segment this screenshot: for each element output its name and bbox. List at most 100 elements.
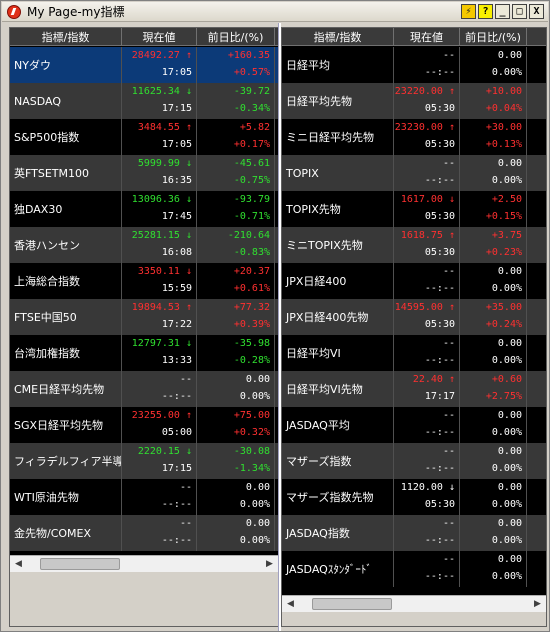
change-value: -30.08 [233,446,270,457]
change-percent: 0.00% [491,283,522,294]
current-value: 12797.31 ↓ [131,338,192,349]
indicator-name: JASDAQ平均 [282,407,394,443]
close-button[interactable]: X [529,4,544,19]
update-time: 16:35 [161,175,192,186]
table-row[interactable]: 英FTSETM100 5999.99 ↓ 16:35 -45.61 -0.75% [10,155,278,191]
current-value-cell: -- --:-- [394,515,460,551]
change-value: 0.00 [497,554,522,565]
table-row[interactable]: SGX日経平均先物 23255.00 ↑ 05:00 +75.00 +0.32% [10,407,278,443]
horizontal-scrollbar[interactable]: ◀ ▶ [282,595,546,612]
update-time: 15:59 [161,283,192,294]
change-value: 0.00 [245,374,270,385]
table-row[interactable]: TOPIX -- --:-- 0.00 0.00% [282,155,546,191]
current-value-cell: 23230.00 ↑ 05:30 [394,119,460,155]
indicator-name: TOPIX [282,155,394,191]
change-percent: 0.00% [491,355,522,366]
table-row[interactable]: JASDAQ平均 -- --:-- 0.00 0.00% [282,407,546,443]
header-change[interactable]: 前日比/(%) [460,28,527,46]
table-row[interactable]: 日経平均先物 23220.00 ↑ 05:30 +10.00 +0.04% [282,83,546,119]
header-indicator[interactable]: 指標/指数 [282,28,394,46]
table-row[interactable]: 香港ハンセン 25281.15 ↓ 16:08 -210.64 -0.83% [10,227,278,263]
table-row[interactable]: CME日経平均先物 -- --:-- 0.00 0.00% [10,371,278,407]
table-row[interactable]: フィラデルフィア半導体 2220.15 ↓ 17:15 -30.08 -1.34% [10,443,278,479]
change-value: 0.00 [497,518,522,529]
header-change[interactable]: 前日比/(%) [197,28,275,46]
table-row[interactable]: NASDAQ 11625.34 ↓ 17:15 -39.72 -0.34% [10,83,278,119]
current-value-cell: 19894.53 ↑ 17:22 [122,299,197,335]
update-time: --:-- [424,175,455,186]
table-row[interactable]: FTSE中国50 19894.53 ↑ 17:22 +77.32 +0.39% [10,299,278,335]
change-value: +2.50 [491,194,522,205]
indicator-name: JPX日経400先物 [282,299,394,335]
table-row[interactable]: マザーズ指数先物 1120.00 ↓ 05:30 0.00 0.00% [282,479,546,515]
current-value-cell: 3350.11 ↓ 15:59 [122,263,197,299]
link-icon[interactable]: ⚡ [461,4,476,19]
indicator-name: TOPIX先物 [282,191,394,227]
change-percent: +0.04% [485,103,522,114]
indicator-name: FTSE中国50 [10,299,122,335]
change-value: 0.00 [497,266,522,277]
table-row[interactable]: 日経平均VI先物 22.40 ↑ 17:17 +0.60 +2.75% [282,371,546,407]
indicator-name: 上海総合指数 [10,263,122,299]
indicator-name: NASDAQ [10,83,122,119]
horizontal-scrollbar[interactable]: ◀ ▶ [10,555,278,572]
header-current-value[interactable]: 現在値 [394,28,460,46]
current-value-cell: -- --:-- [394,335,460,371]
change-cell: -39.72 -0.34% [197,83,275,119]
minimize-button[interactable]: _ [495,4,510,19]
scrollbar-thumb[interactable] [40,558,120,570]
change-cell: -210.64 -0.83% [197,227,275,263]
current-value: 22.40 ↑ [412,374,455,385]
table-row[interactable]: 日経平均 -- --:-- 0.00 0.00% [282,47,546,83]
table-row[interactable]: S&P500指数 3484.55 ↑ 17:05 +5.82 +0.17% [10,119,278,155]
table-row[interactable]: ミニTOPIX先物 1618.75 ↑ 05:30 +3.75 +0.23% [282,227,546,263]
update-time: 05:30 [424,103,455,114]
row-extra [527,155,546,191]
table-row[interactable]: 日経平均VI -- --:-- 0.00 0.00% [282,335,546,371]
current-value: 23255.00 ↑ [131,410,192,421]
change-value: 0.00 [497,446,522,457]
app-logo-icon [7,4,21,19]
table-row[interactable]: WTI原油先物 -- --:-- 0.00 0.00% [10,479,278,515]
table-row[interactable]: 独DAX30 13096.36 ↓ 17:45 -93.79 -0.71% [10,191,278,227]
table-row[interactable]: 台湾加権指数 12797.31 ↓ 13:33 -35.98 -0.28% [10,335,278,371]
table-row[interactable]: 金先物/COMEX -- --:-- 0.00 0.00% [10,515,278,551]
scroll-right-icon[interactable]: ▶ [529,596,546,612]
change-cell: 0.00 0.00% [197,371,275,407]
current-value: 3350.11 ↓ [137,266,192,277]
change-value: -45.61 [233,158,270,169]
table-row[interactable]: 上海総合指数 3350.11 ↓ 15:59 +20.37 +0.61% [10,263,278,299]
column-header-row: 指標/指数 現在値 前日比/(%) [282,28,546,46]
indicator-name: 独DAX30 [10,191,122,227]
help-button[interactable]: ? [478,4,493,19]
current-value: 1120.00 ↓ [400,482,455,493]
table-row[interactable]: マザーズ指数 -- --:-- 0.00 0.00% [282,443,546,479]
header-indicator[interactable]: 指標/指数 [10,28,122,46]
table-row[interactable]: JASDAQ指数 -- --:-- 0.00 0.00% [282,515,546,551]
current-value: 1617.00 ↓ [400,194,455,205]
table-row[interactable]: JPX日経400先物 14595.00 ↑ 05:30 +35.00 +0.24% [282,299,546,335]
row-extra [527,47,546,83]
update-time: --:-- [161,499,192,510]
header-current-value[interactable]: 現在値 [122,28,197,46]
indicator-name: JPX日経400 [282,263,394,299]
change-cell: 0.00 0.00% [460,443,527,479]
table-row[interactable]: JASDAQｽﾀﾝﾀﾞｰﾄﾞ -- --:-- 0.00 0.00% [282,551,546,587]
scroll-right-icon[interactable]: ▶ [261,556,278,572]
title-bar[interactable]: My Page-my指標 ⚡ ? _ □ X [2,2,548,22]
table-row[interactable]: TOPIX先物 1617.00 ↓ 05:30 +2.50 +0.15% [282,191,546,227]
row-extra [527,443,546,479]
row-extra [527,551,546,587]
current-value: -- [442,554,455,565]
indicator-name: S&P500指数 [10,119,122,155]
scroll-left-icon[interactable]: ◀ [10,556,27,572]
update-time: --:-- [161,535,192,546]
table-row[interactable]: JPX日経400 -- --:-- 0.00 0.00% [282,263,546,299]
scrollbar-thumb[interactable] [312,598,392,610]
table-row[interactable]: NYダウ 28492.27 ↑ 17:05 +160.35 +0.57% [10,47,278,83]
maximize-button[interactable]: □ [512,4,527,19]
scroll-left-icon[interactable]: ◀ [282,596,299,612]
window-title: My Page-my指標 [27,5,125,19]
table-row[interactable]: ミニ日経平均先物 23230.00 ↑ 05:30 +30.00 +0.13% [282,119,546,155]
update-time: --:-- [424,535,455,546]
